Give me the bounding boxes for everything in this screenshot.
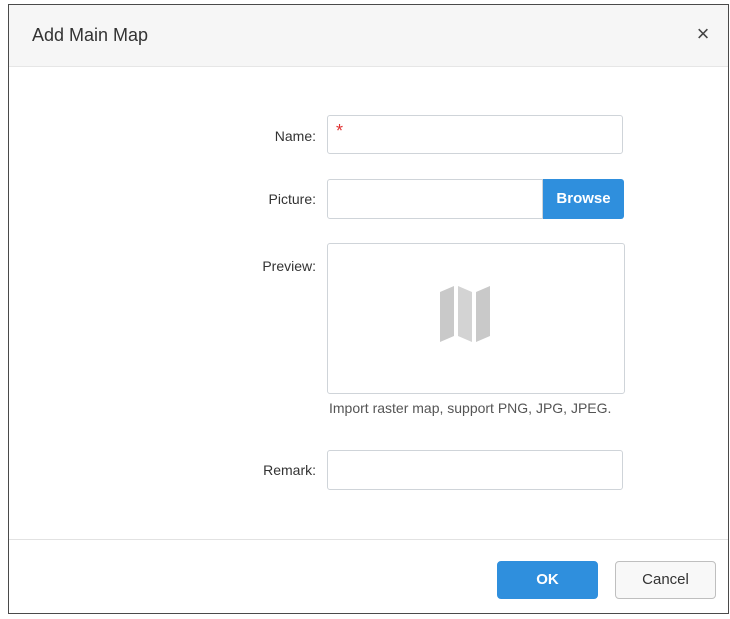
preview-hint: Import raster map, support PNG, JPG, JPE… (329, 400, 612, 416)
cancel-button[interactable]: Cancel (615, 561, 716, 599)
footer-divider (9, 539, 728, 540)
preview-box (327, 243, 625, 394)
dialog-title: Add Main Map (32, 25, 149, 45)
dialog-header: Add Main Map × (9, 5, 728, 67)
name-input[interactable]: * (327, 115, 623, 154)
picture-input[interactable] (327, 179, 543, 219)
picture-label: Picture: (268, 191, 316, 207)
required-marker: * (336, 121, 344, 141)
close-icon[interactable]: × (692, 23, 714, 45)
map-icon (440, 286, 492, 347)
remark-label: Remark: (263, 462, 316, 478)
add-main-map-dialog: Add Main Map × Name: * Picture: Browse P… (8, 4, 729, 614)
remark-input[interactable] (327, 450, 623, 490)
name-label: Name: (274, 128, 316, 144)
ok-button[interactable]: OK (497, 561, 598, 599)
preview-label: Preview: (262, 258, 316, 274)
browse-button[interactable]: Browse (543, 179, 624, 219)
